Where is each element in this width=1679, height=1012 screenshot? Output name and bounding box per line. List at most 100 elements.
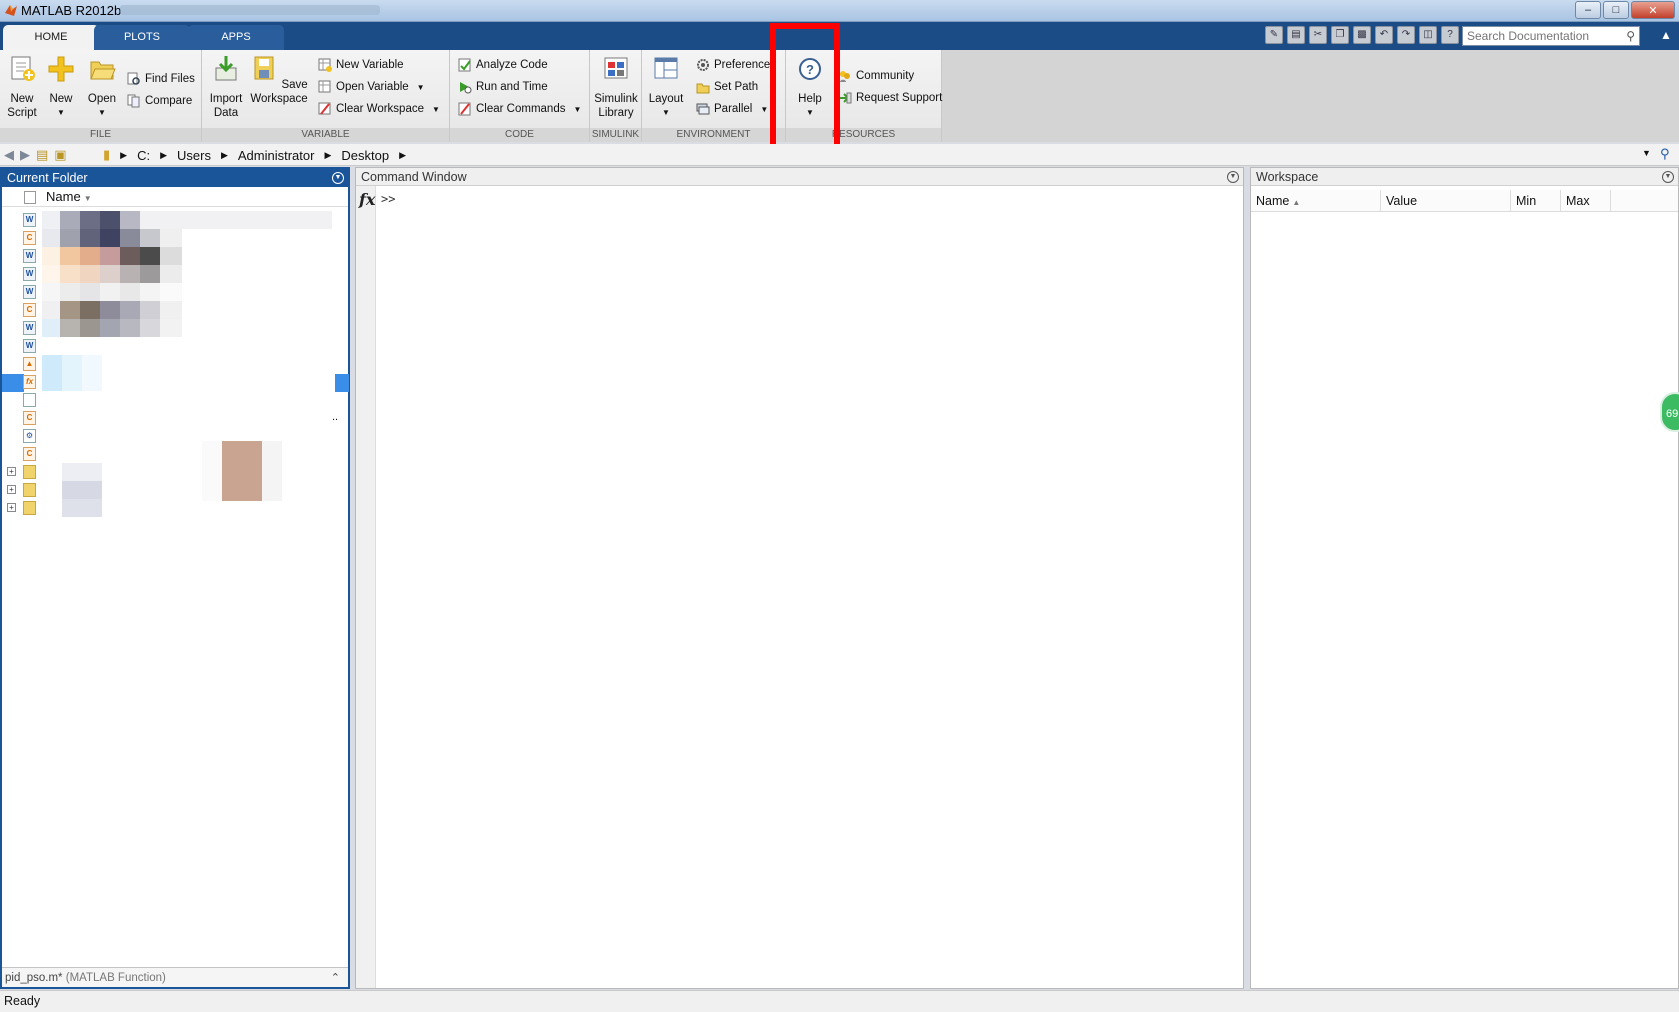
- dropdown-arrow-icon[interactable]: ▼: [760, 105, 768, 114]
- side-floating-badge[interactable]: 69: [1660, 392, 1679, 432]
- list-item[interactable]: C: [2, 445, 348, 463]
- list-item[interactable]: [2, 391, 348, 409]
- function-browser-icon[interactable]: fx: [359, 190, 375, 209]
- breadcrumb-item[interactable]: Administrator: [238, 148, 315, 163]
- current-folder-details-bar[interactable]: pid_pso.m* (MATLAB Function) ⌃: [2, 967, 348, 987]
- list-item[interactable]: C..: [2, 409, 348, 427]
- new-button[interactable]: New ▼: [46, 54, 76, 120]
- analyze-code-button[interactable]: Analyze Code: [458, 56, 548, 74]
- save-icon[interactable]: ▤: [1287, 26, 1305, 44]
- find-files-button[interactable]: Find Files: [127, 70, 195, 88]
- tab-home[interactable]: HOME: [3, 25, 99, 50]
- minimize-button[interactable]: –: [1575, 1, 1601, 19]
- breadcrumb-separator-icon[interactable]: ▶: [399, 150, 406, 161]
- switch-windows-icon[interactable]: ◫: [1419, 26, 1437, 44]
- matlab-script-icon: C: [23, 231, 36, 245]
- parallel-button[interactable]: Parallel ▼: [696, 100, 768, 118]
- list-item[interactable]: +: [2, 499, 348, 517]
- current-folder-title: Current Folder ▼: [2, 169, 348, 187]
- collapse-toolstrip-icon[interactable]: ▲: [1660, 28, 1672, 42]
- up-folder-icon[interactable]: ▤: [36, 147, 48, 163]
- name-column-header[interactable]: Name ▼: [46, 189, 92, 204]
- breadcrumb-separator-icon[interactable]: ▶: [221, 150, 228, 161]
- maximize-button[interactable]: □: [1603, 1, 1629, 19]
- expand-folder-icon[interactable]: +: [7, 467, 16, 476]
- file-type-column-icon[interactable]: [24, 191, 36, 204]
- save-workspace-icon: [254, 56, 274, 80]
- word-document-icon: W: [23, 267, 36, 281]
- dropdown-arrow-icon: ▼: [98, 108, 106, 117]
- column-header-value[interactable]: Value: [1381, 190, 1511, 212]
- cut-icon[interactable]: ✂: [1309, 26, 1327, 44]
- set-path-icon: [696, 83, 710, 94]
- list-item[interactable]: +: [2, 463, 348, 481]
- expand-details-icon[interactable]: ⌃: [331, 968, 340, 988]
- matlab-function-icon: fx: [23, 375, 36, 389]
- breadcrumb-separator-icon[interactable]: ▶: [160, 150, 167, 161]
- sort-desc-icon: ▼: [83, 194, 92, 203]
- search-icon[interactable]: ⚲: [1660, 146, 1670, 162]
- tab-plots[interactable]: PLOTS: [94, 25, 190, 50]
- help-icon[interactable]: ?: [1441, 26, 1459, 44]
- list-item[interactable]: ⚙: [2, 427, 348, 445]
- open-button[interactable]: Open ▼: [86, 54, 118, 120]
- new-script-button[interactable]: New Script: [6, 54, 38, 120]
- dropdown-arrow-icon[interactable]: ▼: [417, 83, 425, 92]
- search-icon[interactable]: ⚲: [1626, 29, 1635, 43]
- copy-icon[interactable]: ❐: [1331, 26, 1349, 44]
- save-workspace-button[interactable]: Save Workspace: [248, 54, 310, 106]
- tab-apps[interactable]: APPS: [188, 25, 284, 50]
- column-header-name[interactable]: Name ▲: [1251, 190, 1381, 212]
- redo-icon[interactable]: ↷: [1397, 26, 1415, 44]
- breadcrumb: ▮ ▶ C: ▶ Users ▶ Administrator ▶ Desktop…: [103, 147, 406, 163]
- close-window-button[interactable]: ✕: [1631, 1, 1675, 19]
- run-and-time-button[interactable]: Run and Time: [458, 78, 548, 96]
- breadcrumb-item[interactable]: Desktop: [341, 148, 389, 163]
- search-documentation-input[interactable]: [1467, 29, 1617, 43]
- group-label-simulink: SIMULINK: [590, 128, 641, 142]
- command-window-panel[interactable]: Command Window ▼ fx >>: [355, 167, 1244, 989]
- obscured-file-names: [42, 301, 182, 319]
- expand-folder-icon[interactable]: +: [7, 503, 16, 512]
- breadcrumb-item[interactable]: Users: [177, 148, 211, 163]
- back-arrow-icon[interactable]: ◀: [4, 147, 14, 163]
- simulink-library-button[interactable]: Simulink Library: [592, 54, 640, 120]
- run-and-time-icon: [460, 82, 472, 94]
- dropdown-arrow-icon[interactable]: ▼: [573, 105, 581, 114]
- compare-button[interactable]: Compare: [127, 92, 192, 110]
- panel-menu-icon[interactable]: ▼: [1227, 171, 1239, 183]
- browse-folder-icon[interactable]: ▣: [54, 147, 66, 163]
- open-variable-button[interactable]: Open Variable ▼: [318, 78, 425, 96]
- obscured-file-names: [42, 355, 102, 391]
- list-item[interactable]: +: [2, 481, 348, 499]
- title-bar: MATLAB R2012b – □ ✕: [0, 0, 1679, 22]
- list-item[interactable]: W: [2, 337, 348, 355]
- selected-file-name: pid_pso.m*: [5, 972, 63, 984]
- breadcrumb-separator-icon[interactable]: ▶: [324, 150, 331, 161]
- address-history-dropdown-icon[interactable]: ▼: [1642, 148, 1651, 158]
- breadcrumb-separator-icon[interactable]: ▶: [120, 150, 127, 161]
- community-button[interactable]: Community: [838, 67, 914, 85]
- column-header-max[interactable]: Max: [1561, 190, 1611, 212]
- forward-arrow-icon[interactable]: ▶: [20, 147, 30, 163]
- command-prompt[interactable]: >>: [381, 192, 395, 206]
- request-support-button[interactable]: Request Support: [838, 89, 942, 107]
- dropdown-arrow-icon[interactable]: ▼: [432, 105, 440, 114]
- layout-button[interactable]: Layout ▼: [648, 54, 684, 120]
- column-header-min[interactable]: Min: [1511, 190, 1561, 212]
- paste-icon[interactable]: ▩: [1353, 26, 1371, 44]
- set-path-button[interactable]: Set Path: [696, 78, 758, 96]
- panel-menu-icon[interactable]: ▼: [332, 172, 344, 184]
- workspace-panel: Workspace ▼ Name ▲ Value Min Max: [1250, 167, 1679, 989]
- community-icon: [840, 71, 850, 82]
- expand-folder-icon[interactable]: +: [7, 485, 16, 494]
- undo-icon[interactable]: ↶: [1375, 26, 1393, 44]
- search-documentation[interactable]: ⚲: [1462, 26, 1640, 46]
- panel-menu-icon[interactable]: ▼: [1662, 171, 1674, 183]
- breadcrumb-item[interactable]: C:: [137, 148, 150, 163]
- clear-commands-button[interactable]: Clear Commands ▼: [458, 100, 581, 118]
- clear-workspace-button[interactable]: Clear Workspace ▼: [318, 100, 440, 118]
- quick-access-icon[interactable]: ✎: [1265, 26, 1283, 44]
- import-data-button[interactable]: Import Data: [206, 54, 246, 120]
- new-variable-button[interactable]: New Variable: [318, 56, 404, 74]
